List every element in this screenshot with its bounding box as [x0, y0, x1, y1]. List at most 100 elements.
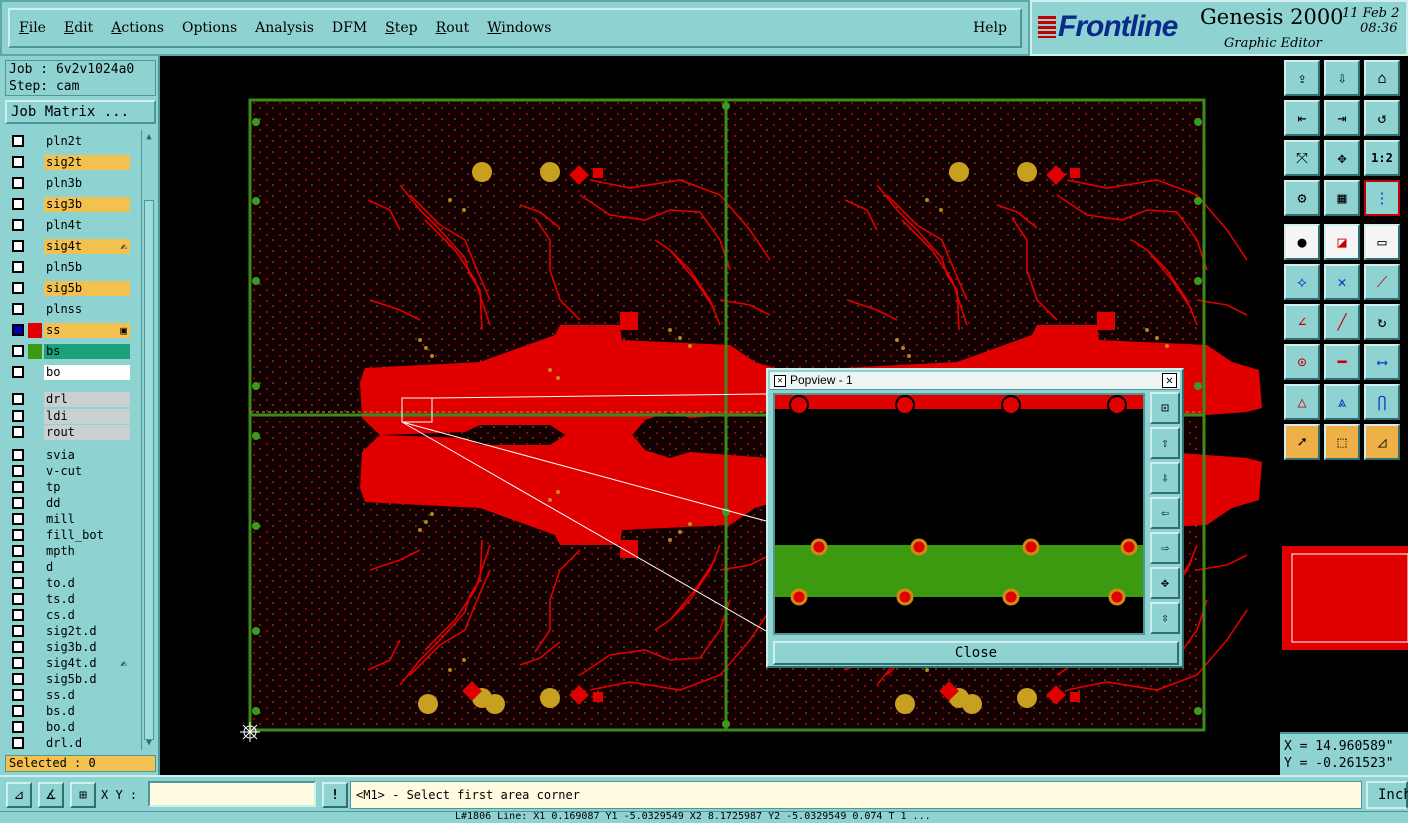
- scroll-up-icon[interactable]: ▲: [143, 131, 155, 143]
- layer-row[interactable]: ss.d: [6, 687, 130, 703]
- layer-name[interactable]: to.d: [44, 575, 130, 591]
- layer-row[interactable]: ss ▣: [6, 323, 130, 338]
- layer-row[interactable]: ldi: [6, 408, 130, 424]
- popview-pan-up-icon[interactable]: ⇧: [1150, 427, 1180, 459]
- popview-zoom-view[interactable]: [773, 393, 1145, 635]
- layer-checkbox[interactable]: [12, 672, 24, 685]
- arc-icon[interactable]: ↻: [1364, 304, 1400, 340]
- layer-name[interactable]: pln4t: [44, 218, 130, 233]
- layer-row[interactable]: drl: [6, 392, 130, 407]
- popview-close-button[interactable]: Close: [773, 641, 1179, 665]
- redraw-icon[interactable]: ↺: [1364, 100, 1400, 136]
- layer-row[interactable]: cs.d: [6, 607, 130, 623]
- layer-checkbox[interactable]: [12, 736, 24, 749]
- layer-name[interactable]: d: [44, 559, 130, 575]
- connect-points-icon[interactable]: ⟡: [1284, 264, 1320, 300]
- slash-line-icon[interactable]: ╱: [1324, 304, 1360, 340]
- layer-row[interactable]: dd: [6, 495, 130, 511]
- horizontal-line-icon[interactable]: ━: [1324, 344, 1360, 380]
- triangle-icon[interactable]: △: [1284, 384, 1320, 420]
- menu-windows[interactable]: Windows: [478, 20, 560, 36]
- layer-name[interactable]: plnss: [44, 302, 130, 317]
- settings-icon[interactable]: ⚙: [1284, 180, 1320, 216]
- layer-checkbox[interactable]: [12, 177, 24, 189]
- layer-checkbox[interactable]: [12, 576, 24, 589]
- layer-checkbox[interactable]: [12, 496, 24, 509]
- layer-name[interactable]: drl: [44, 392, 130, 407]
- popview-window[interactable]: ✕ Popview - 1 ✕ ⊡ ⇧ ⇩ ⇦ ⇨ ✥ ⇳ Close: [766, 368, 1184, 668]
- home-icon[interactable]: ⌂: [1364, 60, 1400, 96]
- scroll-down-icon[interactable]: ▼: [143, 737, 155, 749]
- layer-name[interactable]: sig2t.d: [44, 623, 130, 639]
- layer-name[interactable]: bs.d: [44, 703, 130, 719]
- layer-checkbox[interactable]: [12, 544, 24, 557]
- layer-name[interactable]: sig4t.d ✍: [44, 655, 130, 671]
- layer-checkbox[interactable]: [12, 409, 24, 422]
- layer-row[interactable]: sig3b: [6, 197, 130, 212]
- layer-row[interactable]: svia: [6, 447, 130, 463]
- popview-pan-right-icon[interactable]: ⇨: [1150, 532, 1180, 564]
- ruler-icon[interactable]: ▭: [1364, 224, 1400, 260]
- layer-row[interactable]: pln2t: [6, 134, 130, 149]
- angle-icon[interactable]: ∠: [1284, 304, 1320, 340]
- layer-row[interactable]: fill_bot: [6, 527, 130, 543]
- layer-checkbox[interactable]: [12, 608, 24, 621]
- layer-checkbox[interactable]: [12, 219, 24, 231]
- layer-row[interactable]: bs: [6, 344, 130, 359]
- snap-angle-icon[interactable]: ∡: [38, 782, 64, 808]
- layer-name[interactable]: bo.d: [44, 719, 130, 735]
- menu-step[interactable]: Step: [376, 20, 426, 36]
- layer-name[interactable]: sig3b.d: [44, 639, 130, 655]
- layer-row[interactable]: d: [6, 559, 130, 575]
- layer-name[interactable]: sig5b.d: [44, 671, 130, 687]
- pan-left-icon[interactable]: ⇤: [1284, 100, 1320, 136]
- menu-help[interactable]: Help: [964, 20, 1016, 36]
- layer-name[interactable]: pln2t: [44, 134, 130, 149]
- layer-name[interactable]: bo: [44, 365, 130, 380]
- layer-row[interactable]: plnss: [6, 302, 130, 317]
- layer-name[interactable]: fill_bot: [44, 527, 130, 543]
- scroll-thumb[interactable]: [144, 200, 154, 740]
- layer-row[interactable]: rout: [6, 425, 130, 440]
- layer-checkbox[interactable]: [12, 156, 24, 168]
- layer-name[interactable]: tp: [44, 479, 130, 495]
- arch-icon[interactable]: ⋂: [1364, 384, 1400, 420]
- menu-rout[interactable]: Rout: [427, 20, 479, 36]
- layer-row[interactable]: pln4t: [6, 218, 130, 233]
- layer-name[interactable]: v-cut: [44, 463, 130, 479]
- layer-name[interactable]: ss.d: [44, 687, 130, 703]
- layer-row[interactable]: v-cut: [6, 463, 130, 479]
- layer-name[interactable]: drl.d: [44, 735, 130, 750]
- layer-checkbox[interactable]: [12, 282, 24, 294]
- layer-checkbox[interactable]: [12, 688, 24, 701]
- snap-corner-icon[interactable]: ⊿: [6, 782, 32, 808]
- close-icon[interactable]: ✕: [1162, 373, 1177, 388]
- layer-checkbox[interactable]: [12, 135, 24, 147]
- layer-checkbox[interactable]: [12, 480, 24, 493]
- popview-fit-icon[interactable]: ⊡: [1150, 392, 1180, 424]
- layer-name[interactable]: sig3b: [44, 197, 130, 212]
- popview-zoom-out-icon[interactable]: ⇳: [1150, 602, 1180, 634]
- layer-checkbox[interactable]: [12, 324, 24, 336]
- layer-name[interactable]: sig2t: [44, 155, 130, 170]
- layer-row[interactable]: sig4t.d ✍: [6, 655, 130, 671]
- menu-file[interactable]: File: [10, 20, 55, 36]
- layer-row[interactable]: sig3b.d: [6, 639, 130, 655]
- layer-name[interactable]: svia: [44, 447, 130, 463]
- layer-row[interactable]: ts.d: [6, 591, 130, 607]
- line-point-icon[interactable]: ⟋: [1364, 264, 1400, 300]
- cross-point-icon[interactable]: ✕: [1324, 264, 1360, 300]
- popview-pan-left-icon[interactable]: ⇦: [1150, 497, 1180, 529]
- job-matrix-button[interactable]: Job Matrix ...: [5, 100, 156, 124]
- layer-checkbox[interactable]: [12, 198, 24, 210]
- layer-checkbox[interactable]: [12, 560, 24, 573]
- menu-actions[interactable]: Actions: [102, 20, 173, 36]
- layer-checkbox[interactable]: [12, 366, 24, 378]
- popview-zoom-in-icon[interactable]: ✥: [1150, 567, 1180, 599]
- dimension-icon[interactable]: ⟷: [1364, 344, 1400, 380]
- window-menu-icon[interactable]: ✕: [774, 375, 786, 387]
- layer-name[interactable]: pln3b: [44, 176, 130, 191]
- layer-checkbox[interactable]: [12, 345, 24, 357]
- layer-checkbox[interactable]: [12, 426, 24, 438]
- info-button[interactable]: !: [322, 782, 348, 808]
